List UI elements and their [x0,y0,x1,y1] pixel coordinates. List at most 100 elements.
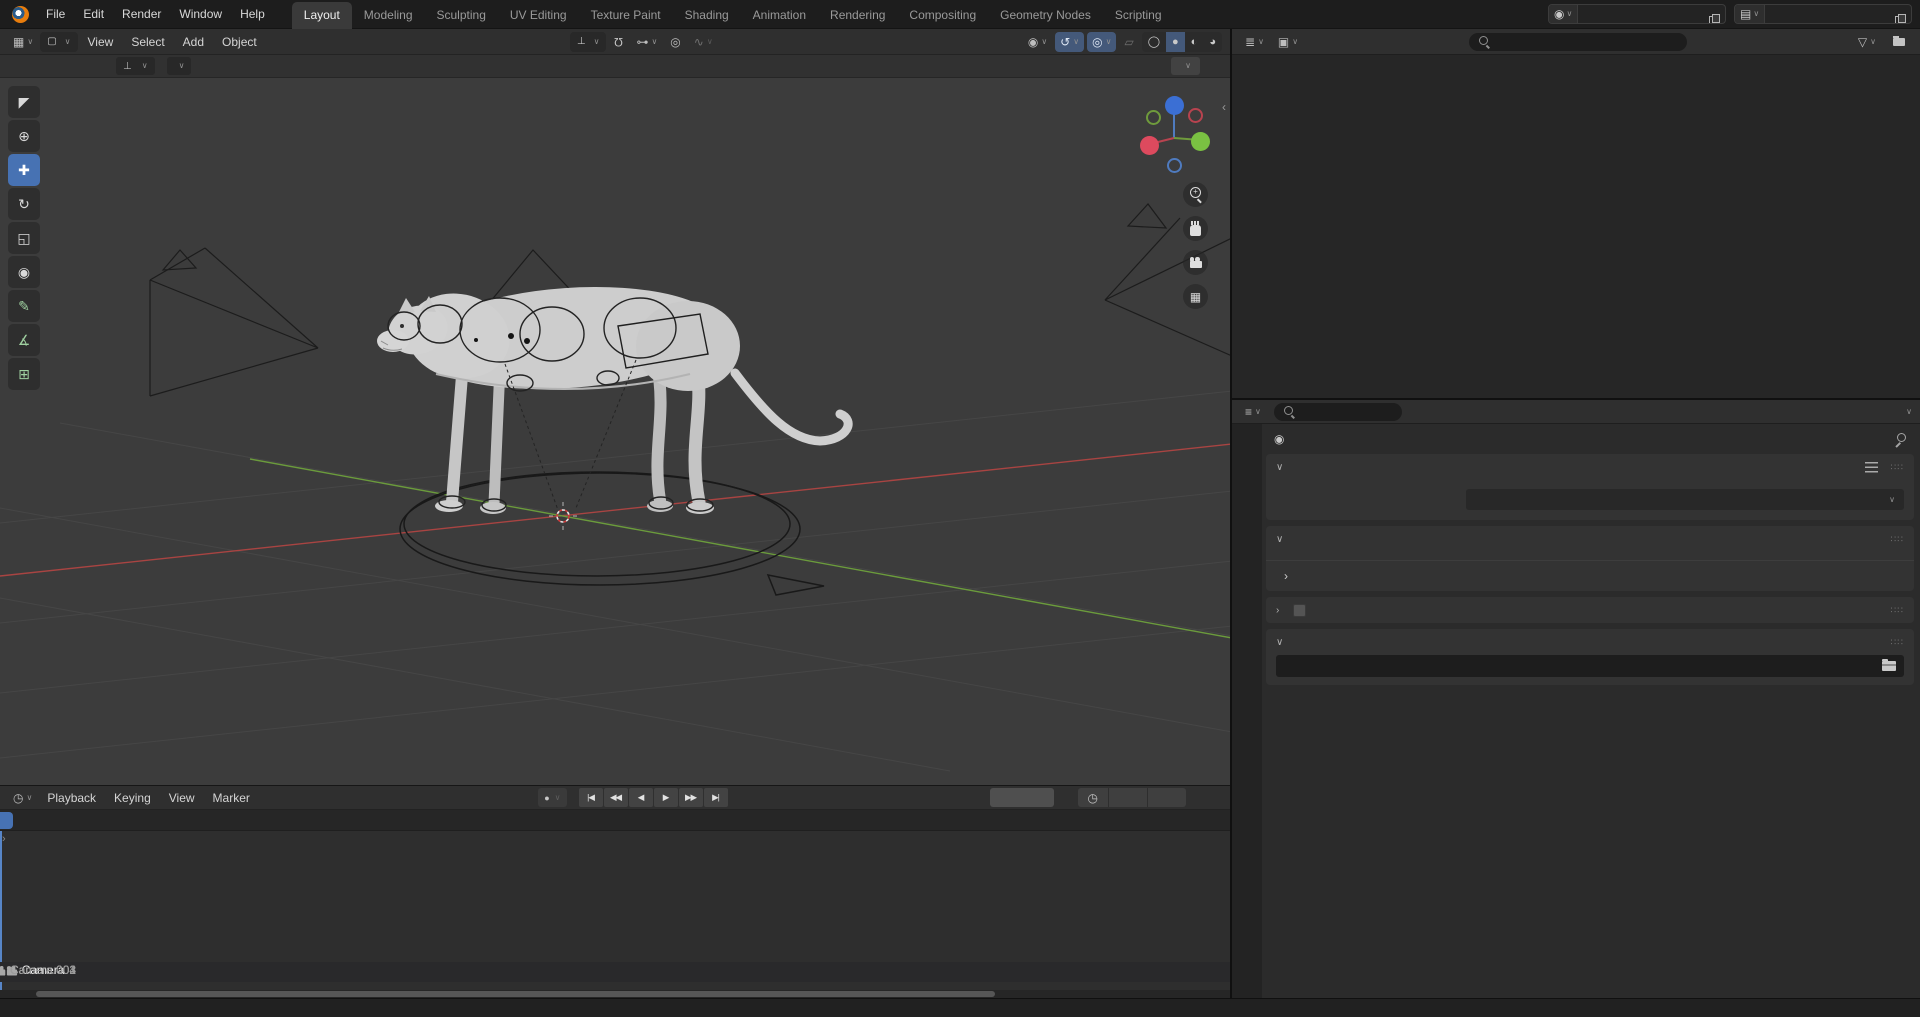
timeline-marker[interactable]: ◆ Camera.004 [0,963,76,977]
workspace-tab[interactable]: Modeling [352,2,425,29]
sidebar-toggle[interactable]: ‹ [1222,100,1226,114]
orthographic-toggle-button[interactable]: ▦ [1183,284,1208,309]
pin-icon[interactable] [1894,433,1906,445]
drag-setting-dropdown[interactable]: ∨ [167,57,192,75]
properties-editor-type-button[interactable]: ≡∨ [1240,402,1266,422]
transform-orientation-dropdown[interactable]: ⊥ ∨ [570,32,607,52]
output-path-field[interactable] [1276,655,1904,677]
gizmo-minus-y-axis[interactable] [1146,110,1161,125]
blender-logo-icon[interactable] [12,6,29,23]
add-workspace-button[interactable] [1174,17,1190,29]
shading-solid[interactable]: ● [1166,32,1185,52]
camera-view-button[interactable] [1183,250,1208,275]
viewport-menu[interactable]: Object [214,32,265,52]
tool-move[interactable]: ✚ [8,154,40,186]
folder-icon[interactable] [1882,661,1896,671]
gizmo-y-axis[interactable] [1191,132,1210,151]
gizmo-x-axis[interactable] [1140,136,1159,155]
overlays-dropdown[interactable]: ◎∨ [1087,32,1116,52]
viewport-canvas[interactable]: ◤ ⊕ ✚ ↻ ◱ ◉ ✎ ∡ [0,78,1230,785]
topbar-menu[interactable]: Edit [74,4,113,24]
tool-rotate[interactable]: ↻ [8,188,40,220]
timeline-menu[interactable]: View [161,788,203,808]
outliner-editor-type-button[interactable]: ≣∨ [1240,32,1269,52]
properties-search-input[interactable] [1274,403,1402,421]
tool-transform[interactable]: ◉ [8,256,40,288]
tool-select-box[interactable]: ◤ [8,86,40,118]
drag-grip-icon[interactable]: ∷∷ [1891,637,1904,648]
transport-button[interactable]: ◀ [629,788,653,807]
snap-settings-dropdown[interactable]: ⊶∨ [631,32,662,52]
end-frame-field[interactable] [1147,788,1186,807]
view-layer-browse-button[interactable]: ▤∨ [1735,5,1765,23]
gizmo-z-axis[interactable] [1165,96,1184,115]
gizmo-minus-z-axis[interactable] [1167,158,1182,173]
topbar-menu[interactable]: Help [231,4,274,24]
shading-wireframe[interactable]: ◯ [1142,32,1166,52]
gizmo-minus-x-axis[interactable] [1188,108,1203,123]
tool-scale[interactable]: ◱ [8,222,40,254]
transport-button[interactable]: ▶| [704,788,728,807]
mode-dropdown[interactable]: ▢ ∨ [40,32,77,52]
snap-toggle[interactable]: Ω [609,32,628,52]
scrollbar-thumb[interactable] [36,991,995,997]
drag-grip-icon[interactable]: ∷∷ [1891,462,1904,473]
zoom-button[interactable] [1183,182,1208,207]
workspace-tab[interactable]: Shading [673,2,741,29]
current-frame-field[interactable] [990,788,1054,807]
presets-icon[interactable] [1865,462,1878,473]
frame-range-panel-header[interactable]: ∨ ∷∷ [1266,526,1914,552]
viewport-menu[interactable]: View [80,32,122,52]
options-button[interactable]: ∨ [1171,57,1200,75]
new-collection-button[interactable] [1885,32,1912,52]
transport-button[interactable]: ▶▶ [679,788,703,807]
timeline-body[interactable]: › ◆ [0,831,1230,990]
workspace-tab[interactable]: UV Editing [498,2,579,29]
navigation-gizmo[interactable] [1132,92,1216,176]
topbar-menu[interactable]: Window [170,4,231,24]
workspace-tab[interactable]: Rendering [818,2,897,29]
timeline-ruler[interactable]: -2 -1 0 1 2 3 4 5 [0,810,1230,831]
shading-rendered[interactable]: ◕ [1203,32,1222,52]
format-panel-header[interactable]: ∨ ∷∷ [1266,454,1914,480]
expand-region-icon[interactable]: › [2,833,6,845]
pan-button[interactable] [1183,216,1208,241]
scene-browse-button[interactable]: ◉∨ [1549,5,1578,23]
workspace-tab[interactable]: Animation [741,2,818,29]
transport-button[interactable]: ▶ [654,788,678,807]
show-object-types-dropdown[interactable]: ◉∨ [1023,32,1052,52]
workspace-tab[interactable]: Scripting [1103,2,1174,29]
timeline-menu[interactable]: Playback [39,788,104,808]
output-panel-header[interactable]: ∨ ∷∷ [1266,629,1914,655]
transport-button[interactable]: ◀◀ [604,788,628,807]
current-frame-badge[interactable] [0,812,13,829]
viewport-menu[interactable]: Select [123,32,172,52]
proportional-editing-toggle[interactable]: ◎ [665,32,685,52]
timeline-menu[interactable]: Marker [205,788,258,808]
workspace-tab[interactable]: Sculpting [425,2,498,29]
transport-button[interactable]: |◀ [579,788,603,807]
viewport-menu[interactable]: Add [175,32,212,52]
orientation-setting-dropdown[interactable]: ⊥ ∨ [116,57,155,75]
gizmos-dropdown[interactable]: ↺∨ [1055,32,1084,52]
use-preview-range-button[interactable]: ◷ [1078,788,1108,807]
topbar-menu[interactable]: File [37,4,74,24]
filter-button[interactable]: ▽∨ [1853,32,1881,52]
proportional-falloff-dropdown[interactable]: ∿∨ [689,32,718,52]
drag-grip-icon[interactable]: ∷∷ [1891,534,1904,545]
workspace-tab[interactable]: Texture Paint [579,2,673,29]
tool-annotate[interactable]: ✎ [8,290,40,322]
tool-measure[interactable]: ∡ [8,324,40,356]
stereoscopy-panel-header[interactable]: › ∷∷ [1266,597,1914,623]
timeline-editor-type-button[interactable]: ◷∨ [8,788,37,808]
timeline-scrollbar[interactable] [0,990,1230,998]
display-mode-button[interactable]: ▣∨ [1273,32,1303,52]
outliner-search-input[interactable] [1469,33,1687,51]
auto-keying-toggle[interactable]: ● ∨ [538,788,566,807]
timeline-menu[interactable]: Keying [106,788,159,808]
workspace-tab[interactable]: Layout [292,2,352,29]
topbar-menu[interactable]: Render [113,4,170,24]
start-frame-field[interactable] [1108,788,1147,807]
workspace-tab[interactable]: Geometry Nodes [988,2,1103,29]
tool-cursor[interactable]: ⊕ [8,120,40,152]
